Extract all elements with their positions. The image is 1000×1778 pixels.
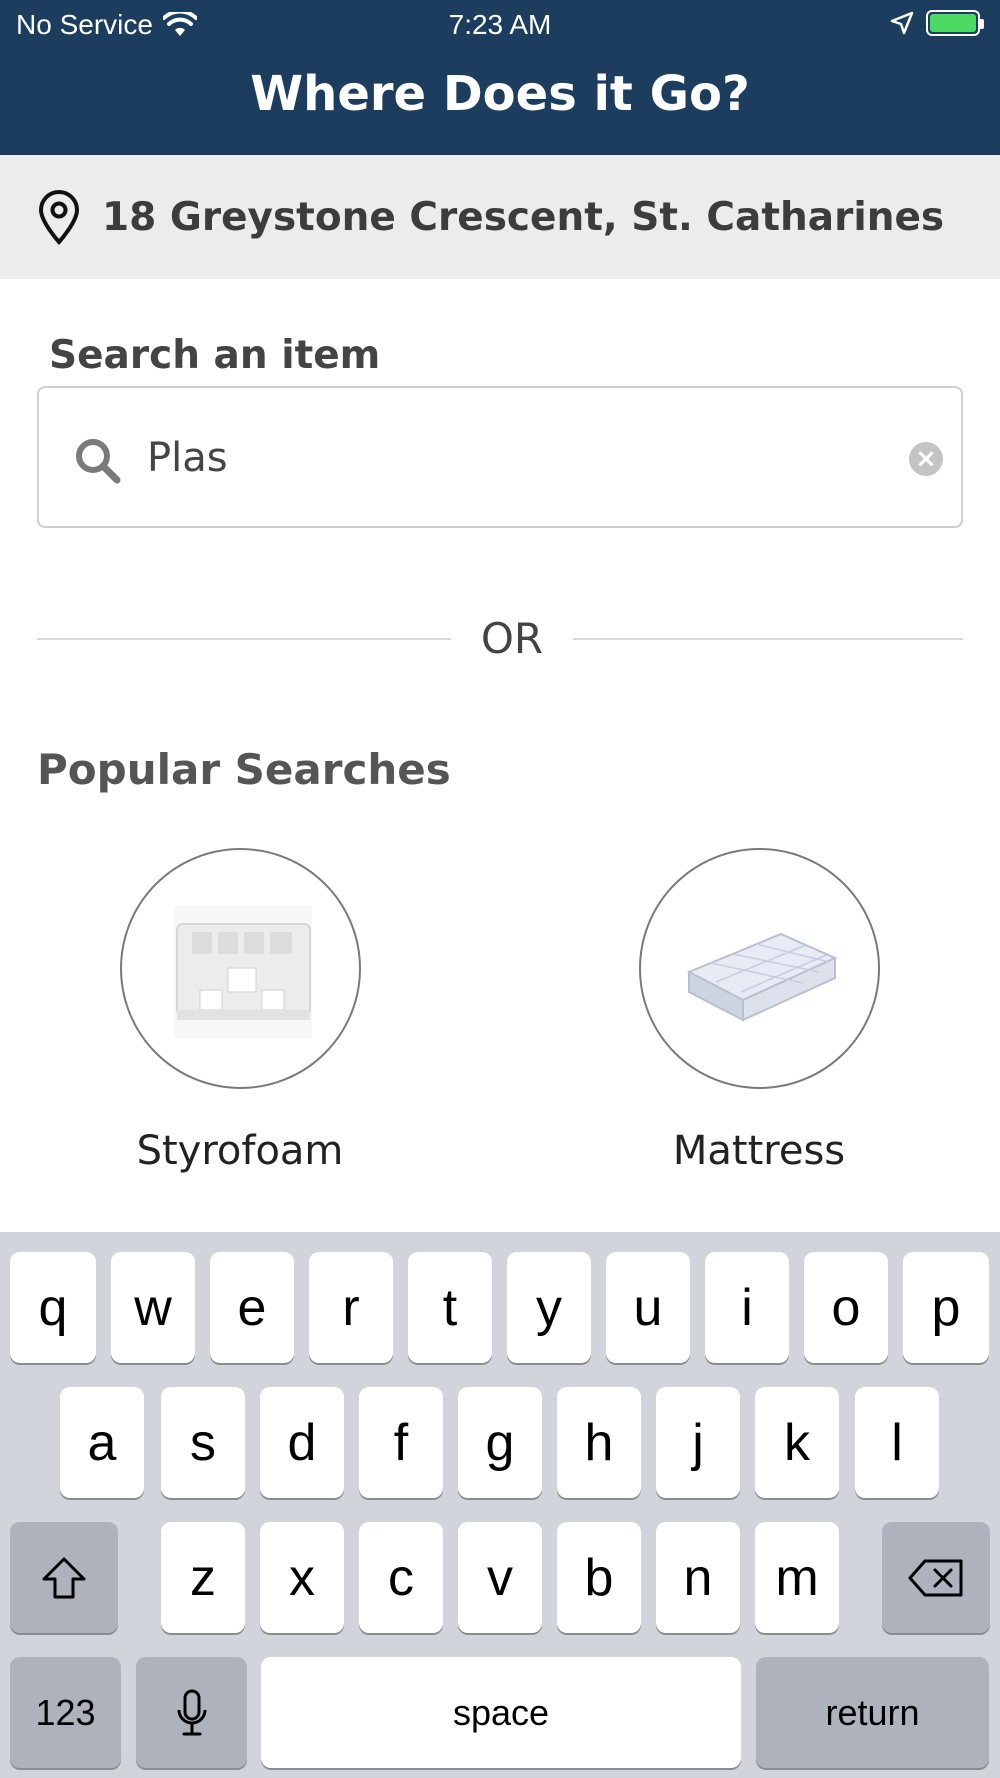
status-bar: No Service 7:23 AM bbox=[0, 0, 1000, 50]
key-i[interactable]: i bbox=[705, 1252, 789, 1363]
key-f[interactable]: f bbox=[359, 1387, 443, 1498]
space-key[interactable]: space bbox=[261, 1657, 741, 1768]
divider-line-right bbox=[573, 638, 963, 640]
search-box[interactable]: × bbox=[37, 386, 963, 528]
key-t[interactable]: t bbox=[408, 1252, 492, 1363]
search-label: Search an item bbox=[49, 333, 381, 378]
popular-item-mattress[interactable]: Mattress bbox=[519, 848, 999, 1188]
location-address: 18 Greystone Crescent, St. Catharines bbox=[102, 194, 945, 240]
popular-item-label: Styrofoam bbox=[136, 1128, 344, 1174]
or-divider-text: OR bbox=[480, 614, 544, 663]
popular-searches-title: Popular Searches bbox=[37, 745, 451, 794]
key-r[interactable]: r bbox=[309, 1252, 393, 1363]
key-b[interactable]: b bbox=[557, 1522, 641, 1633]
styrofoam-image bbox=[120, 848, 361, 1089]
key-k[interactable]: k bbox=[755, 1387, 839, 1498]
search-input[interactable] bbox=[147, 418, 907, 498]
key-z[interactable]: z bbox=[161, 1522, 245, 1633]
key-u[interactable]: u bbox=[606, 1252, 690, 1363]
numbers-key[interactable]: 123 bbox=[10, 1657, 121, 1768]
return-key[interactable]: return bbox=[756, 1657, 989, 1768]
microphone-icon bbox=[177, 1689, 206, 1735]
shift-icon bbox=[42, 1557, 86, 1598]
backspace-key[interactable] bbox=[882, 1522, 990, 1633]
key-c[interactable]: c bbox=[359, 1522, 443, 1633]
key-h[interactable]: h bbox=[557, 1387, 641, 1498]
map-pin-icon bbox=[38, 190, 80, 245]
shift-key[interactable] bbox=[10, 1522, 118, 1633]
popular-item-styrofoam[interactable]: Styrofoam bbox=[0, 848, 480, 1188]
key-d[interactable]: d bbox=[260, 1387, 344, 1498]
key-e[interactable]: e bbox=[210, 1252, 294, 1363]
key-l[interactable]: l bbox=[855, 1387, 939, 1498]
divider-line-left bbox=[37, 638, 451, 640]
key-m[interactable]: m bbox=[755, 1522, 839, 1633]
key-p[interactable]: p bbox=[903, 1252, 989, 1363]
location-bar[interactable]: 18 Greystone Crescent, St. Catharines bbox=[0, 155, 1000, 279]
dictation-key[interactable] bbox=[136, 1657, 247, 1768]
key-s[interactable]: s bbox=[161, 1387, 245, 1498]
key-v[interactable]: v bbox=[458, 1522, 542, 1633]
key-j[interactable]: j bbox=[656, 1387, 740, 1498]
search-icon bbox=[76, 439, 121, 484]
key-a[interactable]: a bbox=[60, 1387, 144, 1498]
key-x[interactable]: x bbox=[260, 1522, 344, 1633]
key-w[interactable]: w bbox=[111, 1252, 195, 1363]
key-g[interactable]: g bbox=[458, 1387, 542, 1498]
key-y[interactable]: y bbox=[507, 1252, 591, 1363]
onscreen-keyboard: q w e r t y u i o p a s d f g h j k l z … bbox=[0, 1232, 1000, 1778]
key-n[interactable]: n bbox=[656, 1522, 740, 1633]
battery-charging-icon bbox=[926, 10, 984, 36]
app-header: No Service 7:23 AM Where Does it Go? bbox=[0, 0, 1000, 155]
clear-icon[interactable]: × bbox=[909, 442, 943, 476]
status-time: 7:23 AM bbox=[448, 9, 552, 40]
mattress-image bbox=[639, 848, 880, 1089]
key-q[interactable]: q bbox=[10, 1252, 96, 1363]
popular-item-label: Mattress bbox=[672, 1128, 846, 1174]
key-o[interactable]: o bbox=[804, 1252, 888, 1363]
page-title: Where Does it Go? bbox=[250, 66, 750, 122]
location-arrow-icon bbox=[890, 11, 914, 35]
backspace-icon bbox=[908, 1559, 963, 1596]
